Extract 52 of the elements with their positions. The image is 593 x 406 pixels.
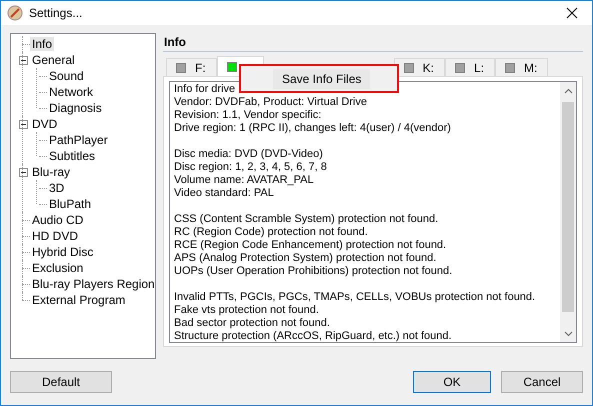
cancel-button[interactable]: Cancel bbox=[501, 371, 583, 393]
info-line: Info for drive bbox=[174, 83, 236, 96]
info-line: Disc media: DVD (DVD-Video) bbox=[174, 148, 324, 161]
drive-tab[interactable]: F: bbox=[166, 58, 217, 76]
tree-item[interactable]: Blu-ray bbox=[30, 165, 72, 179]
info-line: Video standard: PAL bbox=[174, 187, 275, 200]
tree-item[interactable]: PathPlayer bbox=[47, 133, 110, 147]
info-line: Revision: 1.1, Vendor specific: bbox=[174, 109, 322, 122]
drive-tab[interactable]: L: bbox=[445, 58, 496, 76]
drive-tab[interactable]: K: bbox=[394, 58, 446, 76]
tree-item[interactable]: Hybrid Disc bbox=[30, 245, 96, 259]
info-line: APS (Analog Protection System) protection not found. bbox=[174, 252, 438, 265]
tree-item[interactable]: Info bbox=[30, 37, 54, 51]
tree-item[interactable]: 3D bbox=[47, 181, 66, 195]
tree-item[interactable]: Sound bbox=[47, 69, 86, 83]
menu-item[interactable]: Save Info Files bbox=[273, 68, 370, 88]
collapse-icon[interactable] bbox=[19, 120, 28, 128]
info-line: Vendor: DVDFab, Product: Virtual Drive bbox=[174, 96, 368, 109]
tree-item[interactable]: BluPath bbox=[47, 197, 94, 211]
info-line: Drive region: 1 (RPC II), changes left: 4(user) / 4(vendor) bbox=[174, 122, 452, 135]
tree-item[interactable]: Blu-ray Players Region bbox=[30, 277, 157, 291]
tree-item[interactable]: General bbox=[30, 53, 77, 67]
info-line: CSS (Content Scramble System) protection not found. bbox=[174, 213, 440, 226]
info-line: RC (Region Code) protection not found. bbox=[174, 226, 369, 239]
app-icon bbox=[7, 5, 23, 21]
tree-item[interactable]: Diagnosis bbox=[47, 101, 104, 115]
info-line: RCE (Region Code Enhancement) protection not found. bbox=[174, 239, 448, 252]
info-line: Disc region: 1, 2, 3, 4, 5, 6, 7, 8 bbox=[174, 161, 328, 174]
tree-item[interactable]: Subtitles bbox=[47, 149, 98, 163]
collapse-icon[interactable] bbox=[19, 168, 28, 176]
info-line: UOPs (User Operation Prohibitions) protection not found. bbox=[174, 265, 454, 278]
close-icon[interactable] bbox=[566, 7, 578, 19]
info-line: Bad sector protection not found. bbox=[174, 317, 331, 330]
info-line: Structure protection (ARccOS, RipGuard, etc.) not found. bbox=[174, 330, 453, 343]
tree-item[interactable]: Network bbox=[47, 85, 96, 99]
drive-tab[interactable]: M: bbox=[495, 58, 548, 76]
tree-item[interactable]: Audio CD bbox=[30, 213, 86, 227]
window-title: Settings... bbox=[29, 6, 84, 20]
ok-button[interactable]: OK bbox=[413, 371, 491, 393]
tree-item[interactable]: HD DVD bbox=[30, 229, 80, 243]
default-button[interactable]: Default bbox=[10, 371, 112, 393]
info-line: Fake vts protection not found. bbox=[174, 304, 320, 317]
scrollbar[interactable] bbox=[560, 82, 576, 342]
info-line: Invalid PTTs, PGCIs, PGCs, TMAPs, CELLs, VOBUs protection not found. bbox=[174, 291, 536, 304]
scroll-down-icon[interactable] bbox=[564, 331, 572, 337]
tree-item[interactable]: External Program bbox=[30, 293, 128, 307]
collapse-icon[interactable] bbox=[19, 56, 28, 64]
info-line: Volume name: AVATAR_PAL bbox=[174, 174, 315, 187]
scroll-up-icon[interactable] bbox=[564, 88, 572, 94]
tree-item[interactable]: Exclusion bbox=[30, 261, 86, 275]
section-title: Info bbox=[163, 33, 583, 52]
tree-item[interactable]: DVD bbox=[30, 117, 60, 131]
